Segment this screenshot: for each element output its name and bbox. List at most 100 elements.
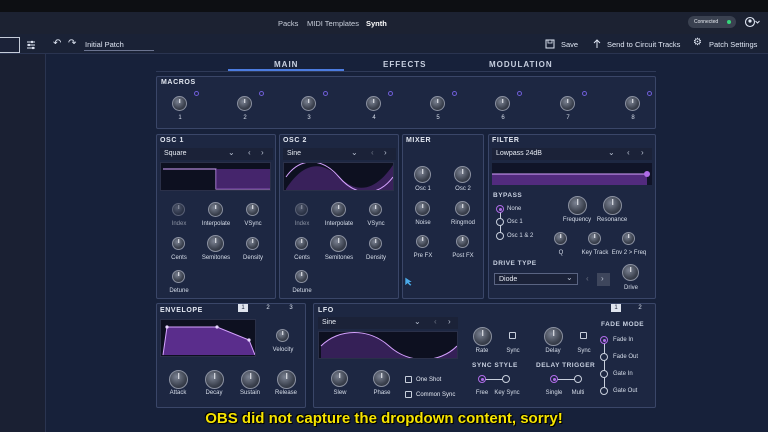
macro-knob-8[interactable] <box>625 96 640 111</box>
fade-mode-gate-in-radio[interactable] <box>600 370 608 378</box>
chevron-down-icon[interactable]: ⌄ <box>608 148 615 157</box>
chevron-right-icon[interactable]: › <box>601 274 604 283</box>
fade-mode-gate-out-radio[interactable] <box>600 387 608 395</box>
lfo-slew-knob[interactable] <box>331 370 348 387</box>
osc1-waveform-dropdown[interactable]: Square <box>160 148 273 160</box>
chevron-right-icon[interactable]: › <box>384 148 387 157</box>
redo-icon[interactable]: ↷ <box>68 38 76 49</box>
macro-knob-4[interactable] <box>366 96 381 111</box>
filter-drive-knob[interactable] <box>622 264 639 281</box>
chevron-left-icon[interactable]: ‹ <box>586 274 589 283</box>
filter-q-knob[interactable] <box>554 232 567 245</box>
osc2-interpolate-knob[interactable] <box>331 202 346 217</box>
delay-trigger-multi-radio[interactable] <box>574 375 582 383</box>
osc2-vsync-knob[interactable] <box>369 203 382 216</box>
bypass-radio-none[interactable] <box>496 205 504 213</box>
osc1-density-knob[interactable] <box>246 237 259 250</box>
nav-tab-midi-templates[interactable]: MIDI Templates <box>307 19 359 28</box>
mixer-osc2-knob[interactable] <box>454 166 471 183</box>
tab-modulation[interactable]: MODULATION <box>489 60 553 69</box>
patch-settings-button[interactable]: Patch Settings <box>709 40 757 49</box>
osc1-detune-knob[interactable] <box>172 270 185 283</box>
save-button[interactable]: Save <box>561 40 578 49</box>
patch-browser-button[interactable] <box>0 37 20 53</box>
chevron-down-icon[interactable]: ⌄ <box>414 317 421 326</box>
chevron-left-icon[interactable]: ‹ <box>248 148 251 157</box>
lfo-one-shot-checkbox[interactable] <box>405 376 412 383</box>
lfo-rate-sync-checkbox[interactable] <box>509 332 516 339</box>
chevron-left-icon[interactable]: ‹ <box>434 317 437 326</box>
send-to-circuit-tracks-button[interactable]: Send to Circuit Tracks <box>607 40 680 49</box>
macro-knob-1[interactable] <box>172 96 187 111</box>
filter-keytrack-knob[interactable] <box>588 232 601 245</box>
chevron-down-icon[interactable]: ⌄ <box>566 273 573 282</box>
mixer-ringmod-knob[interactable] <box>455 201 470 216</box>
mixer-prefx-knob[interactable] <box>416 235 429 248</box>
envelope-decay-knob[interactable] <box>205 370 224 389</box>
chevron-left-icon[interactable]: ‹ <box>371 148 374 157</box>
macro-knob-5[interactable] <box>430 96 445 111</box>
macro-knob-2[interactable] <box>237 96 252 111</box>
osc1-vsync-knob[interactable] <box>246 203 259 216</box>
lfo-delay-knob[interactable] <box>544 327 563 346</box>
lfo-tab-2[interactable]: 2 <box>635 304 645 312</box>
envelope-tab-2[interactable]: 2 <box>263 304 273 312</box>
osc2-detune-knob[interactable] <box>295 270 308 283</box>
lfo-delay-sync-checkbox[interactable] <box>580 332 587 339</box>
mixer-noise-knob[interactable] <box>415 201 430 216</box>
osc2-cents-knob[interactable] <box>295 237 308 250</box>
macro-knob-7[interactable] <box>560 96 575 111</box>
bypass-radio-osc1[interactable] <box>496 218 504 226</box>
upload-icon[interactable] <box>592 39 602 49</box>
lfo-waveform-dropdown[interactable]: Sine <box>318 317 458 329</box>
filter-env2-freq-knob[interactable] <box>622 232 635 245</box>
gear-icon[interactable]: ⚙ <box>693 37 702 48</box>
envelope-velocity-knob[interactable] <box>276 329 289 342</box>
mixer-postfx-knob[interactable] <box>456 235 469 248</box>
osc1-semitones-knob[interactable] <box>207 235 224 252</box>
undo-icon[interactable]: ↶ <box>53 38 61 49</box>
envelope-attack-knob[interactable] <box>169 370 188 389</box>
patch-name-input[interactable]: Initial Patch <box>85 40 124 49</box>
chevron-left-icon[interactable]: ‹ <box>627 148 630 157</box>
lfo-waveform-display <box>318 331 458 359</box>
macro-knob-6[interactable] <box>495 96 510 111</box>
chevron-down-icon[interactable]: ⌄ <box>228 148 235 157</box>
filter-frequency-knob[interactable] <box>568 196 587 215</box>
osc2-density-knob[interactable] <box>369 237 382 250</box>
osc2-index-knob[interactable] <box>295 203 308 216</box>
sliders-icon[interactable] <box>26 40 36 50</box>
lfo-tab-1[interactable]: 1 <box>611 304 621 312</box>
fade-mode-fade-in-radio[interactable] <box>600 336 608 344</box>
lfo-rate-knob[interactable] <box>473 327 492 346</box>
osc2-semitones-knob[interactable] <box>330 235 347 252</box>
lfo-phase-knob[interactable] <box>373 370 390 387</box>
chevron-right-icon[interactable]: › <box>448 317 451 326</box>
filter-resonance-knob[interactable] <box>603 196 622 215</box>
delay-trigger-single-radio[interactable] <box>550 375 558 383</box>
lfo-common-sync-checkbox[interactable] <box>405 391 412 398</box>
tab-effects[interactable]: EFFECTS <box>383 60 426 69</box>
osc1-cents-knob[interactable] <box>172 237 185 250</box>
envelope-tab-1[interactable]: 1 <box>238 304 248 312</box>
chevron-right-icon[interactable]: › <box>261 148 264 157</box>
tab-main[interactable]: MAIN <box>274 60 298 69</box>
sync-style-free-radio[interactable] <box>478 375 486 383</box>
macro-knob-3[interactable] <box>301 96 316 111</box>
osc1-index-knob[interactable] <box>172 203 185 216</box>
bypass-radio-osc1-2[interactable] <box>496 232 504 240</box>
nav-tab-synth[interactable]: Synth <box>366 19 387 28</box>
nav-tab-packs[interactable]: Packs <box>278 19 298 28</box>
save-icon[interactable] <box>545 39 555 49</box>
osc1-interpolate-knob[interactable] <box>208 202 223 217</box>
chevron-right-icon[interactable]: › <box>641 148 644 157</box>
fade-mode-fade-out-radio[interactable] <box>600 353 608 361</box>
envelope-release-knob[interactable] <box>277 370 296 389</box>
user-menu-icon[interactable] <box>744 15 760 29</box>
envelope-sustain-knob[interactable] <box>241 370 260 389</box>
chevron-down-icon[interactable]: ⌄ <box>351 148 358 157</box>
sync-style-keysync-radio[interactable] <box>502 375 510 383</box>
envelope-tab-3[interactable]: 3 <box>286 304 296 312</box>
osc2-waveform-dropdown[interactable]: Sine <box>283 148 396 160</box>
mixer-osc1-knob[interactable] <box>414 166 431 183</box>
